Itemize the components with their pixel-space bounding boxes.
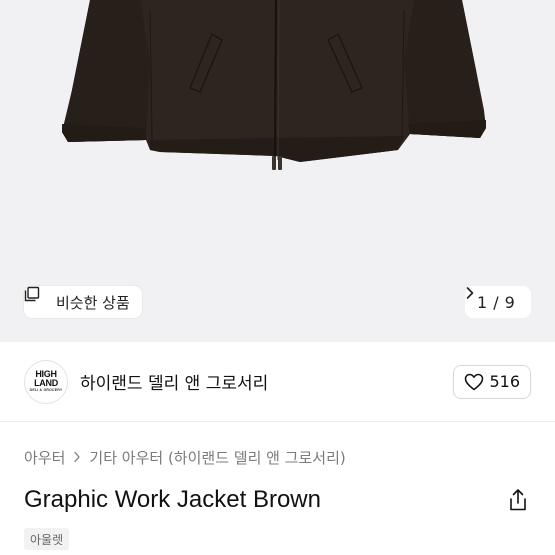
breadcrumb-item-subcategory[interactable]: 기타 아우터 (하이랜드 델리 앤 그로서리) (89, 447, 345, 468)
like-count: 516 (489, 372, 520, 391)
product-image-carousel[interactable]: 비슷한 상품 1 / 9 (0, 0, 555, 342)
product-title: Graphic Work Jacket Brown (24, 486, 321, 513)
brand-logo[interactable]: HIGH LAND DELI & GROCERY (24, 359, 68, 404)
image-page-counter[interactable]: 1 / 9 (465, 286, 531, 318)
similar-products-button[interactable]: 비슷한 상품 (24, 286, 142, 318)
breadcrumb: 아우터 기타 아우터 (하이랜드 델리 앤 그로서리) (24, 447, 346, 468)
page-current: 1 (477, 292, 488, 312)
heart-icon (464, 373, 484, 391)
brand-row[interactable]: HIGH LAND DELI & GROCERY 하이랜드 델리 앤 그로서리 … (0, 342, 555, 422)
share-icon (510, 489, 526, 511)
similar-items-icon (24, 286, 50, 310)
page-separator: / (493, 292, 499, 312)
outlet-tag: 아울렛 (24, 528, 70, 550)
brand-logo-line3: DELI & GROCERY (29, 388, 63, 393)
page-total: 9 (504, 292, 515, 312)
brand-name[interactable]: 하이랜드 델리 앤 그로서리 (80, 369, 268, 394)
breadcrumb-item-category[interactable]: 아우터 (24, 447, 65, 468)
brand-logo-line2: LAND (34, 378, 58, 389)
chevron-right-icon (73, 449, 81, 467)
like-button[interactable]: 516 (453, 364, 531, 399)
share-button[interactable] (507, 488, 529, 512)
similar-products-label: 비슷한 상품 (56, 293, 130, 312)
